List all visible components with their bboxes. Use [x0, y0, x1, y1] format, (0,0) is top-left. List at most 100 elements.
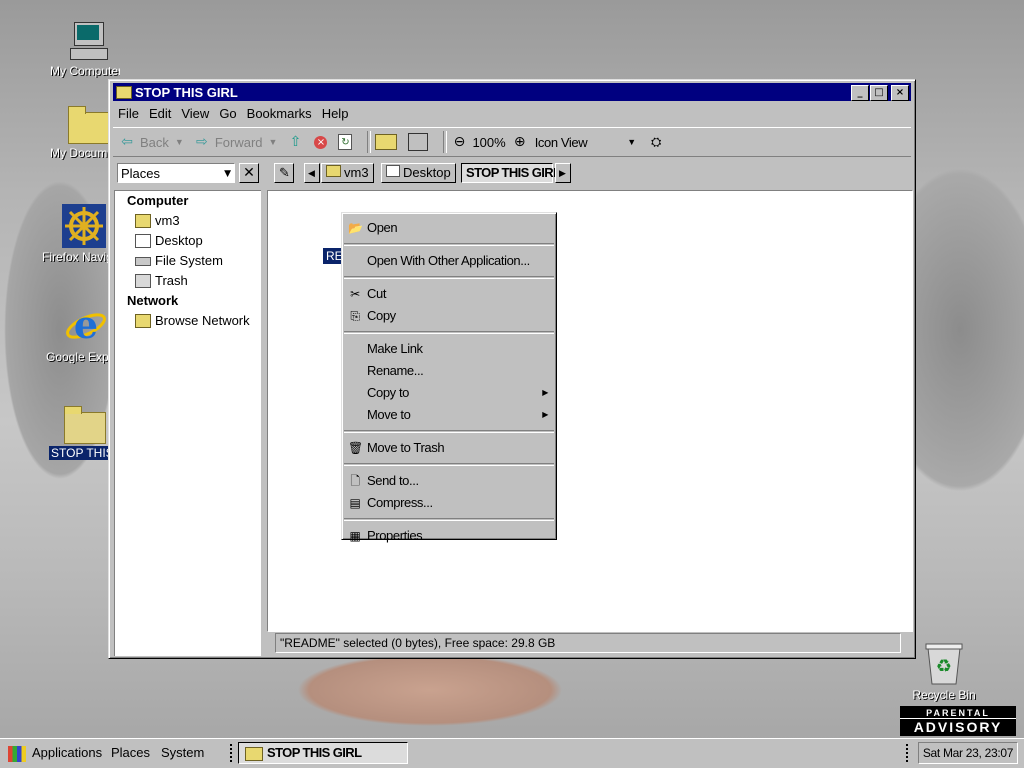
up-button[interactable]: ⇧	[287, 134, 308, 150]
sidebar-item-browse-network[interactable]: Browse Network	[115, 311, 261, 331]
window-titlebar[interactable]: STOP THIS GIRL _ □ ×	[113, 83, 911, 101]
zoom-in-icon: ⊕	[513, 134, 526, 150]
zoom-in-button[interactable]: ⊕	[512, 134, 533, 150]
recycle-bin-icon: ♻	[924, 640, 964, 686]
sidebar-item-vm3[interactable]: vm3	[115, 211, 261, 231]
close-side-pane-button[interactable]: ✕	[239, 163, 259, 183]
path-button-stop-this-girl[interactable]: STOP THIS GIRL	[461, 163, 561, 183]
panel-handle[interactable]	[906, 744, 911, 762]
menu-item-properties[interactable]: ▦ Properties	[342, 525, 556, 547]
panel-handle[interactable]	[230, 744, 235, 762]
menu-bar: File Edit View Go Bookmarks Help	[113, 104, 911, 124]
zoom-out-button[interactable]: ⊖ 100%	[451, 134, 506, 150]
path-scroll-left[interactable]: ◀	[304, 163, 320, 183]
parental-advisory-label: PARENTAL ADVISORY	[900, 706, 1016, 736]
minimize-button[interactable]: _	[851, 85, 869, 101]
home-button[interactable]	[375, 134, 402, 150]
properties-icon: ▦	[349, 529, 361, 543]
zoom-level: 100%	[472, 134, 506, 150]
context-menu: 📂 Open Open With Other Application... ✂ Cu…	[341, 212, 557, 543]
menu-item-send-to[interactable]: 🗋 Send to...	[342, 470, 556, 492]
svg-text:e: e	[74, 302, 98, 347]
desktop-icon	[135, 234, 151, 248]
menu-view[interactable]: View	[176, 104, 214, 124]
copy-icon: ⎘	[350, 309, 360, 323]
menu-item-open[interactable]: 📂 Open	[342, 217, 556, 239]
sidebar-item-trash[interactable]: Trash	[115, 271, 261, 291]
view-mode-select[interactable]: Icon View ▼	[535, 135, 636, 150]
menu-item-move-to[interactable]: Move to ▶	[342, 404, 556, 426]
documents-folder-icon	[68, 104, 110, 144]
pencil-icon: ✎	[279, 166, 290, 181]
folder-icon	[64, 404, 106, 444]
toolbar: ⇦ Back ▼ ⇨ Forward ▼ ⇧ × ↻ ⊖ 100% ⊕ Icon …	[113, 127, 911, 157]
menu-bookmarks[interactable]: Bookmarks	[242, 104, 317, 124]
window-title: STOP THIS GIRL	[135, 85, 238, 100]
computer-icon	[68, 22, 108, 62]
menu-item-cut[interactable]: ✂ Cut	[342, 283, 556, 305]
sidebar-header-network: Network	[127, 293, 179, 308]
location-bar: Places ▼ ✕ ✎ ◀ vm3 Desktop STOP THIS GIR…	[113, 163, 911, 185]
sidebar-header-computer: Computer	[127, 193, 189, 208]
binoculars-icon: ⛭	[650, 134, 662, 150]
sidebar-item-file-system[interactable]: File System	[115, 251, 261, 271]
submenu-arrow-icon: ▶	[542, 388, 548, 397]
drive-icon	[135, 256, 151, 266]
menu-item-rename[interactable]: Rename...	[342, 360, 556, 382]
up-arrow-icon: ⇧	[289, 134, 302, 150]
reload-icon: ↻	[338, 134, 353, 150]
clock[interactable]: Sat Mar 23, 23:07	[918, 742, 1018, 764]
menu-edit[interactable]: Edit	[144, 104, 176, 124]
side-pane-select[interactable]: Places ▼	[117, 163, 235, 183]
menu-item-copy-to[interactable]: Copy to ▶	[342, 382, 556, 404]
trash-icon	[135, 274, 151, 288]
back-button[interactable]: ⇦ Back	[119, 134, 169, 150]
close-button[interactable]: ×	[891, 85, 909, 101]
gnome-foot-icon	[8, 746, 26, 762]
open-icon: 📂	[348, 221, 363, 235]
ship-wheel-icon	[62, 204, 106, 248]
computer-button[interactable]	[408, 133, 433, 151]
close-icon: ✕	[243, 165, 255, 181]
menu-item-compress[interactable]: ▤ Compress...	[342, 492, 556, 514]
menu-item-make-link[interactable]: Make Link	[342, 338, 556, 360]
find-button[interactable]: ⛭	[648, 134, 669, 150]
menu-help[interactable]: Help	[317, 104, 354, 124]
home-folder-icon	[375, 134, 398, 150]
stop-button[interactable]: ×	[314, 135, 332, 149]
applications-menu[interactable]: Applications	[32, 745, 102, 760]
task-button-stop-this-girl[interactable]: STOP THIS GIRL	[238, 742, 408, 764]
chevron-right-icon: ▶	[559, 168, 566, 178]
network-folder-icon	[135, 314, 151, 328]
forward-history-dropdown[interactable]: ▼	[269, 137, 278, 147]
reload-button[interactable]: ↻	[338, 134, 357, 150]
path-button-desktop[interactable]: Desktop	[381, 163, 456, 183]
back-history-dropdown[interactable]: ▼	[175, 137, 184, 147]
chevron-left-icon: ◀	[308, 168, 315, 178]
submenu-arrow-icon: ▶	[542, 410, 548, 419]
maximize-button[interactable]: □	[870, 85, 888, 101]
path-scroll-right[interactable]: ▶	[555, 163, 571, 183]
path-button-vm3[interactable]: vm3	[321, 163, 374, 183]
forward-arrow-icon: ⇨	[195, 134, 208, 150]
menu-item-move-to-trash[interactable]: 🗑 Move to Trash	[342, 437, 556, 459]
stop-icon: ×	[314, 135, 328, 149]
edit-location-button[interactable]: ✎	[274, 163, 294, 183]
forward-button[interactable]: ⇨ Forward	[194, 134, 263, 150]
back-arrow-icon: ⇦	[121, 134, 133, 150]
scissors-icon: ✂	[350, 287, 360, 301]
folder-icon	[245, 747, 263, 761]
menu-item-copy[interactable]: ⎘ Copy	[342, 305, 556, 327]
ie-logo-icon: e	[64, 302, 108, 348]
places-menu[interactable]: Places	[111, 745, 150, 760]
send-icon: 🗋	[350, 474, 360, 488]
sidebar-item-desktop[interactable]: Desktop	[115, 231, 261, 251]
menu-item-open-with[interactable]: Open With Other Application...	[342, 250, 556, 272]
menu-file[interactable]: File	[113, 104, 144, 124]
desktop-icon	[386, 165, 400, 177]
svg-text:♻: ♻	[936, 656, 952, 677]
system-menu[interactable]: System	[161, 745, 204, 760]
desktop-icon-my-computer[interactable]: My Computer	[40, 22, 136, 78]
zoom-out-icon: ⊖	[453, 134, 466, 150]
menu-go[interactable]: Go	[214, 104, 241, 124]
